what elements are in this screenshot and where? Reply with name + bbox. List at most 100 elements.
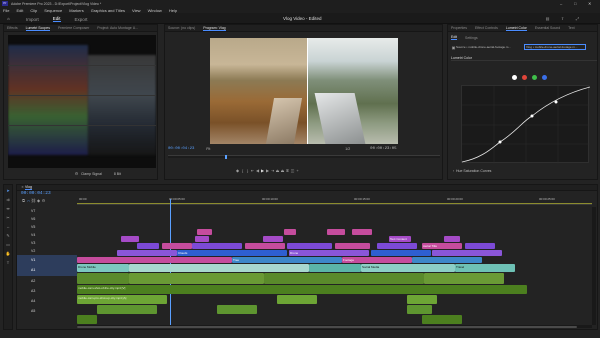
video-clip[interactable] — [117, 250, 177, 256]
track-header-v5[interactable]: V5 — [17, 223, 77, 231]
track-header-v3[interactable]: V3 — [17, 239, 77, 247]
video-clip[interactable] — [412, 257, 482, 263]
audio-clip[interactable] — [422, 315, 462, 324]
track-select-icon[interactable]: ⇉ — [6, 197, 11, 202]
tab-properties[interactable]: Properties — [451, 26, 467, 30]
rectangle-tool-icon[interactable]: ▭ — [6, 242, 11, 247]
audio-clip[interactable] — [424, 273, 504, 284]
video-clip[interactable] — [377, 243, 417, 249]
tab-text[interactable]: Text — [568, 26, 574, 30]
fullscreen-icon[interactable]: ⤢ — [575, 16, 580, 21]
close-button[interactable]: ✕ — [588, 1, 591, 6]
subtab-settings[interactable]: Settings — [465, 36, 478, 40]
track-header-a5[interactable]: A5 — [17, 306, 77, 316]
playhead-marker-icon[interactable] — [225, 155, 227, 159]
hue-sat-curves-header[interactable]: › Hue Saturation Curves — [451, 168, 492, 173]
track-header-v4[interactable]: V4 — [17, 231, 77, 239]
tab-edit[interactable]: Edit — [52, 16, 61, 22]
curve-channel-red[interactable] — [522, 75, 527, 80]
pen-tool-icon[interactable]: ✎ — [6, 233, 11, 238]
curve-channel-blue[interactable] — [542, 75, 547, 80]
menu-graphics[interactable]: Graphics and Titles — [91, 8, 125, 13]
video-clip[interactable]: Drone — [289, 250, 369, 256]
audio-clip[interactable]: mobile-cam-shot-of-the-city.mp4 [V] — [77, 285, 527, 294]
tab-source[interactable]: Source: (no clips) — [168, 26, 195, 30]
curve-channel-white[interactable] — [512, 75, 517, 80]
lumetri-section-header[interactable]: Lumetri Color — [451, 55, 597, 61]
workspaces-icon[interactable]: ▤ — [545, 16, 550, 21]
menu-file[interactable]: File — [3, 8, 9, 13]
timeline-timecode[interactable]: 00:00:04:23 — [21, 191, 51, 196]
audio-clip[interactable] — [277, 295, 317, 304]
video-clip[interactable] — [465, 243, 495, 249]
tab-lumetri-scopes[interactable]: Lumetri Scopes — [25, 26, 50, 31]
menu-help[interactable]: Help — [169, 8, 177, 13]
track-header-a1[interactable]: A1 — [17, 264, 77, 276]
tab-export[interactable]: Export — [75, 17, 88, 22]
video-clip[interactable]: Drone Mobile — [77, 264, 129, 272]
audio-clip[interactable] — [217, 305, 257, 314]
video-clip[interactable]: Footage — [342, 257, 412, 263]
hand-tool-icon[interactable]: ✋ — [6, 251, 11, 256]
timeline-vscrollbar[interactable] — [592, 207, 596, 325]
slip-tool-icon[interactable]: ↔ — [6, 224, 11, 229]
track-header-v6[interactable]: V6 — [17, 215, 77, 223]
ripple-edit-icon[interactable]: ⇹ — [6, 206, 11, 211]
video-clip[interactable] — [371, 250, 431, 256]
tab-import[interactable]: Import — [26, 17, 39, 22]
track-header-v7[interactable]: V7 — [17, 207, 77, 215]
settings-wrench-icon[interactable]: ⚙ — [41, 198, 46, 203]
rgb-curve-editor[interactable] — [461, 85, 591, 164]
menu-clip[interactable]: Clip — [30, 8, 37, 13]
clamp-signal-label[interactable]: Clamp Signal — [81, 172, 102, 176]
program-timecode[interactable]: 00:00:04:23 — [168, 147, 194, 151]
video-clip[interactable] — [197, 229, 212, 235]
video-clip[interactable]: Tree — [232, 257, 342, 263]
razor-tool-icon[interactable]: ✂ — [6, 215, 11, 220]
tab-premiere-composer[interactable]: Premiere Composer — [58, 26, 89, 30]
track-header-a3[interactable]: A3 — [17, 286, 77, 296]
scroll-thumb[interactable] — [77, 325, 577, 328]
audio-clip[interactable] — [97, 305, 157, 314]
video-clip[interactable]: Aerial Title — [422, 243, 462, 249]
video-clip[interactable]: Clouds — [177, 250, 287, 256]
title-clip[interactable] — [121, 236, 139, 242]
audio-clip[interactable] — [407, 295, 437, 304]
video-clip[interactable] — [129, 264, 309, 272]
title-clip[interactable] — [444, 236, 460, 242]
video-clip[interactable] — [137, 243, 159, 249]
type-tool-icon[interactable]: T — [6, 260, 11, 265]
track-header-v1[interactable]: V1 — [17, 255, 77, 264]
tab-essential-sound[interactable]: Essential Sound — [535, 26, 560, 30]
track-header-v2[interactable]: V2 — [17, 247, 77, 255]
audio-clip[interactable] — [129, 273, 264, 284]
source-clip-label[interactable]: Source • mobile-drone-aerial-footage.m..… — [456, 45, 518, 49]
quality-select[interactable]: 1/2 — [345, 147, 350, 151]
tab-program[interactable]: Program: Vlog — [203, 26, 226, 31]
track-header-a2[interactable]: A2 — [17, 276, 77, 286]
button-editor-icon[interactable]: + — [295, 168, 300, 173]
monitor-scrubber[interactable] — [168, 155, 440, 159]
title-clip[interactable]: Text Content — [389, 236, 411, 242]
video-clip[interactable] — [77, 257, 232, 263]
sequence-clip-label[interactable]: Vlog • mobile-drone-aerial-footage.m... — [524, 44, 586, 50]
menu-view[interactable]: View — [132, 8, 141, 13]
tab-effects[interactable]: Effects — [7, 26, 18, 30]
maximize-button[interactable]: □ — [574, 1, 576, 6]
video-clip[interactable]: Travel — [455, 264, 515, 272]
tab-effect-controls[interactable]: Effect Controls — [475, 26, 498, 30]
video-clip[interactable] — [309, 264, 361, 272]
title-clip[interactable] — [195, 236, 209, 242]
timeline-hscrollbar[interactable] — [77, 325, 592, 328]
wrench-icon[interactable]: ⚙ — [74, 171, 79, 176]
rgb-curve-svg[interactable] — [461, 86, 591, 164]
work-area-bar[interactable] — [77, 203, 592, 204]
quick-export-icon[interactable]: ⇪ — [560, 16, 565, 21]
audio-clip[interactable] — [77, 273, 129, 284]
curve-channel-green[interactable] — [532, 75, 537, 80]
menu-edit[interactable]: Edit — [16, 8, 23, 13]
bit-depth-select[interactable]: 8 Bit — [114, 172, 121, 176]
video-clip[interactable] — [162, 243, 192, 249]
tab-lumetri-color[interactable]: Lumetri Color — [505, 26, 527, 31]
tab-project[interactable]: Project: Auto Montage U... — [97, 26, 138, 30]
